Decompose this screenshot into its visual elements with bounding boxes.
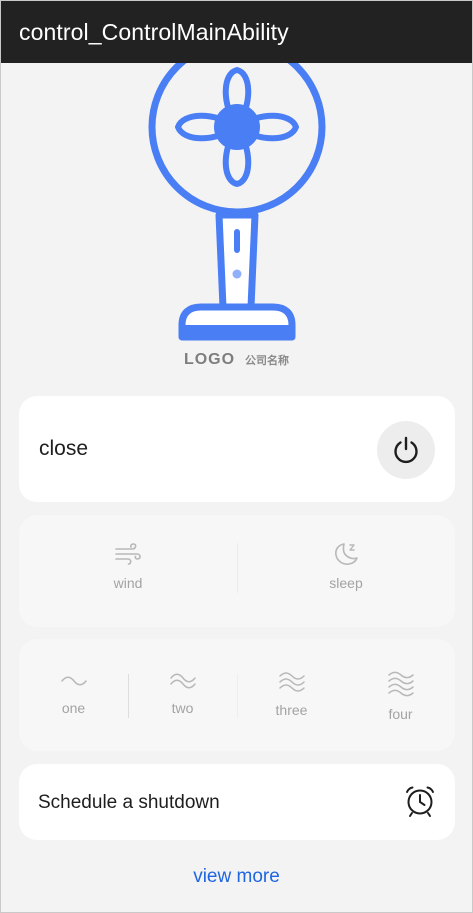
speed-four-label: four [388, 706, 413, 722]
company-name: 公司名称 [245, 355, 290, 367]
fan-illustration [141, 38, 333, 343]
mode-wind[interactable]: wind [19, 515, 237, 627]
wave-4-icon [387, 671, 414, 697]
moon-sleep-icon [335, 543, 358, 565]
standing-fan-icon [148, 38, 326, 341]
power-card: close [19, 396, 455, 502]
speed-two-label: two [171, 700, 194, 716]
mode-wind-label: wind [113, 575, 143, 591]
speed-three[interactable]: three [237, 639, 346, 751]
mode-card: wind sleep [19, 515, 455, 627]
speed-four[interactable]: four [346, 639, 455, 751]
speed-one-label: one [61, 700, 86, 716]
title-bar: control_ControlMainAbility [1, 1, 472, 63]
mode-sleep[interactable]: sleep [237, 515, 455, 627]
speed-two[interactable]: two [128, 639, 237, 751]
wave-3-icon [278, 672, 305, 692]
power-button[interactable] [377, 421, 435, 479]
schedule-shutdown-card[interactable]: Schedule a shutdown [19, 764, 455, 840]
alarm-clock-icon[interactable] [403, 784, 437, 818]
schedule-shutdown-label: Schedule a shutdown [38, 792, 220, 813]
wind-icon [115, 543, 141, 565]
speed-card: one two three four [19, 639, 455, 751]
window-title: control_ControlMainAbility [19, 18, 289, 45]
wave-2-icon [169, 673, 196, 689]
logo-text: LOGO [183, 351, 236, 368]
wave-1-icon [60, 676, 87, 686]
speed-three-label: three [275, 702, 308, 718]
power-icon [394, 436, 418, 464]
view-more-link[interactable]: view more [1, 866, 472, 888]
speed-one[interactable]: one [19, 639, 128, 751]
brand-row: LOGO 公司名称 [1, 351, 472, 369]
mode-sleep-label: sleep [329, 575, 363, 591]
power-status-label: close [39, 437, 89, 460]
app-window: control_ControlMainAbility LOGO 公司名称 clo… [0, 0, 473, 913]
